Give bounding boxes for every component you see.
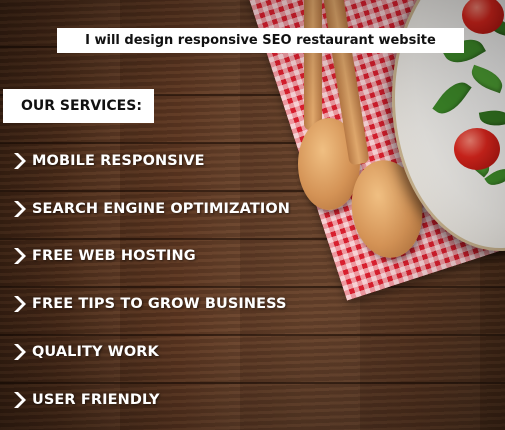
chevron-right-icon [14, 296, 26, 312]
headline-text: I will design responsive SEO restaurant … [85, 33, 436, 48]
service-item-mobile-responsive: MOBILE RESPONSIVE [11, 150, 205, 172]
service-label: FREE WEB HOSTING [32, 248, 196, 264]
service-label: QUALITY WORK [32, 344, 159, 360]
service-item-free-web-hosting: FREE WEB HOSTING [11, 245, 196, 267]
services-title-box: OUR SERVICES: [3, 89, 154, 123]
service-item-seo: SEARCH ENGINE OPTIMIZATION [11, 198, 290, 220]
chevron-right-icon [14, 248, 26, 264]
chevron-right-icon [14, 344, 26, 360]
service-item-free-tips: FREE TIPS TO GROW BUSINESS [11, 293, 287, 315]
chevron-right-icon [14, 153, 26, 169]
service-label: FREE TIPS TO GROW BUSINESS [32, 296, 287, 312]
chevron-right-icon [14, 201, 26, 217]
service-item-user-friendly: USER FRIENDLY [11, 389, 160, 411]
chevron-right-icon [14, 392, 26, 408]
services-title: OUR SERVICES: [21, 98, 142, 114]
service-label: USER FRIENDLY [32, 392, 160, 408]
service-label: SEARCH ENGINE OPTIMIZATION [32, 201, 291, 217]
service-label: MOBILE RESPONSIVE [32, 153, 205, 169]
headline-banner: I will design responsive SEO restaurant … [57, 28, 464, 53]
banner: I will design responsive SEO restaurant … [0, 0, 505, 430]
service-item-quality-work: QUALITY WORK [11, 341, 159, 363]
